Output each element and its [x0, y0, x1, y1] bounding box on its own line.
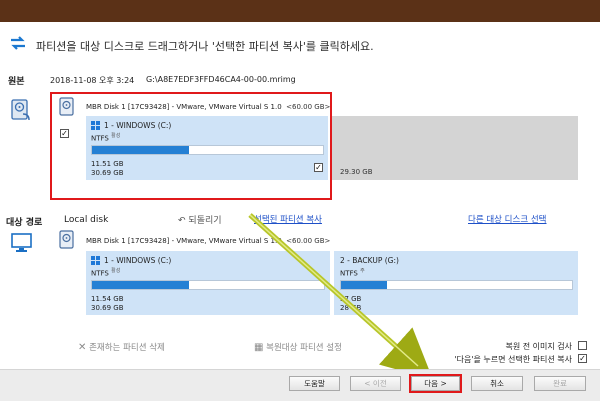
source-datetime: 2018-11-08 오후 3:24	[50, 76, 135, 85]
windows-icon	[91, 256, 100, 265]
verify-option-label: 복원 전 이미지 검사	[505, 342, 572, 351]
unallocated-size: 29.30 GB	[340, 168, 373, 176]
undo-icon: ↶	[178, 216, 186, 226]
source-highlight	[50, 92, 332, 200]
partition-fs: NTFS 주	[340, 268, 365, 278]
source-label: 원본	[8, 77, 25, 87]
help-button[interactable]: 도움말	[289, 376, 340, 391]
restore-settings-action[interactable]: ▦ 복원대상 파티션 설정	[254, 341, 342, 353]
partition-sizes: 11.54 GB 30.69 GB	[91, 295, 124, 312]
swap-arrows-icon	[11, 36, 25, 50]
target-partition-c[interactable]: 1 - WINDOWS (C:) NTFS 활성 11.54 GB 30.69 …	[86, 251, 330, 315]
next-button[interactable]: 다음 >	[411, 376, 460, 391]
copy-on-next-checkbox[interactable]: ✓	[578, 354, 587, 363]
usage-fill	[341, 281, 388, 289]
partition-name: 2 - BACKUP (G:)	[340, 256, 399, 265]
finish-button[interactable]: 완료	[534, 376, 586, 391]
other-disk-link-text: 다른 대상 디스크 선택	[468, 215, 547, 225]
usage-fill	[92, 281, 190, 289]
delete-x-icon: ✕	[78, 342, 87, 353]
partition-usage-bar	[340, 280, 573, 290]
verify-checkbox[interactable]	[578, 341, 587, 350]
target-disk-header: MBR Disk 1 [17C93428] - VMware, VMware V…	[86, 237, 331, 245]
unallocated-space: 29.30 GB	[332, 116, 578, 180]
partition-sizes: 57 GB 28 GB	[340, 295, 362, 312]
window-titlebar[interactable]	[0, 0, 600, 22]
target-partition-g[interactable]: 2 - BACKUP (G:) NTFS 주 57 GB 28 GB	[334, 251, 578, 315]
target-location: Local disk	[64, 215, 109, 225]
delete-partitions-action[interactable]: ✕ 존재하는 파티션 삭제	[78, 341, 165, 353]
target-label: 대상 경로	[6, 218, 43, 228]
cancel-button[interactable]: 취소	[471, 376, 523, 391]
target-disk-icon	[59, 230, 74, 249]
monitor-icon	[11, 233, 32, 252]
settings-grid-icon: ▦	[254, 342, 264, 353]
drag-arrow	[248, 213, 433, 380]
back-button[interactable]: < 이전	[350, 376, 401, 391]
copy-on-next-label: '다음'을 누르면 선택한 파티션 복사	[454, 355, 572, 364]
source-image-path: G:\A8E7EDF3FFD46CA4-00-00.mrimg	[146, 75, 296, 84]
partition-usage-bar	[91, 280, 325, 290]
copy-selected-link[interactable]: 선택된 파티션 복사	[254, 213, 322, 225]
disk-image-icon	[11, 99, 30, 121]
undo-button[interactable]: ↶ 되돌리기	[178, 213, 222, 226]
instruction-text: 파티션을 대상 디스크로 드래그하거나 '선택한 파티션 복사'를 클릭하세요.	[36, 40, 374, 53]
other-disk-link[interactable]: 다른 대상 디스크 선택	[468, 213, 547, 225]
partition-name: 1 - WINDOWS (C:)	[104, 256, 172, 265]
copy-selected-link-text: 선택된 파티션 복사	[254, 215, 322, 225]
partition-fs: NTFS 활성	[91, 268, 121, 278]
